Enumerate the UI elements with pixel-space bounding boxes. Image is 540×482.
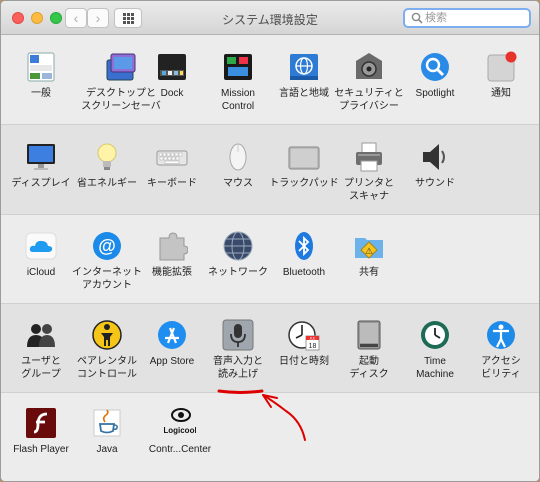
- security-privacy-icon: [356, 53, 382, 79]
- language-region-icon: [290, 54, 318, 80]
- flash-player-icon: [26, 408, 56, 438]
- displays-icon: [27, 144, 55, 170]
- pane-logicool-control-center[interactable]: Logicool Contr...Center: [140, 407, 220, 467]
- pane-label: アクセシ ビリティ: [481, 356, 521, 380]
- search-field[interactable]: [403, 8, 531, 28]
- general-icon: [27, 52, 55, 82]
- pane-label: サウンド: [415, 178, 455, 189]
- pane-sound[interactable]: サウンド: [395, 141, 475, 201]
- spotlight-icon: [421, 53, 449, 81]
- java-icon: [93, 409, 121, 437]
- trackpad-icon: [288, 146, 320, 170]
- pane-label: Contr...Center: [148, 444, 212, 455]
- search-icon: [411, 12, 423, 24]
- pane-label: 一般: [31, 88, 51, 99]
- sharing-icon: ⚠: [355, 238, 383, 259]
- calendar-day: 18: [309, 343, 317, 350]
- pane-notifications[interactable]: 通知: [461, 51, 539, 111]
- sound-icon: [423, 144, 445, 170]
- accessibility-icon: [487, 321, 515, 349]
- logicool-logo-text: Logicool: [164, 426, 196, 435]
- pane-general[interactable]: 一般: [1, 51, 81, 111]
- pane-label: 共有: [359, 267, 379, 278]
- notifications-icon: [487, 51, 517, 82]
- time-machine-icon: [421, 321, 449, 349]
- system-preferences-window: ‹ › システム環境設定 一般 デスクトップと スクリーンセーバ Dock Mi…: [0, 0, 540, 482]
- dock-icon: [158, 54, 186, 80]
- users-groups-icon: [27, 324, 55, 347]
- parental-controls-icon: [92, 320, 122, 350]
- printers-scanners-icon: [356, 142, 382, 172]
- keyboard-icon: [156, 150, 188, 166]
- calendar-month: JUL: [309, 337, 315, 341]
- svg-text:@: @: [98, 236, 116, 256]
- search-input[interactable]: [425, 11, 525, 25]
- startup-disk-icon: [357, 320, 381, 350]
- pane-label: Java: [96, 444, 118, 455]
- title-bar: ‹ › システム環境設定: [1, 1, 539, 35]
- network-icon: [223, 231, 253, 261]
- pane-accessibility[interactable]: アクセシ ビリティ: [461, 319, 539, 380]
- pane-label: 通知: [491, 88, 511, 99]
- logicool-control-center-icon: Logicool: [164, 408, 196, 435]
- bluetooth-icon: [295, 232, 313, 260]
- energy-saver-icon: [97, 143, 117, 170]
- internet-accounts-icon: @: [93, 232, 121, 260]
- svg-text:⚠: ⚠: [365, 246, 373, 256]
- app-store-icon: [158, 321, 186, 349]
- pane-sharing[interactable]: ⚠ 共有: [329, 230, 409, 290]
- pane-java[interactable]: Java: [67, 407, 147, 467]
- date-time-icon: JUL 18: [288, 321, 320, 351]
- extensions-icon: [159, 232, 188, 261]
- dictation-speech-icon: [222, 319, 254, 351]
- mission-control-icon: [224, 54, 252, 80]
- icloud-icon: [25, 232, 57, 260]
- mouse-icon: [229, 143, 247, 171]
